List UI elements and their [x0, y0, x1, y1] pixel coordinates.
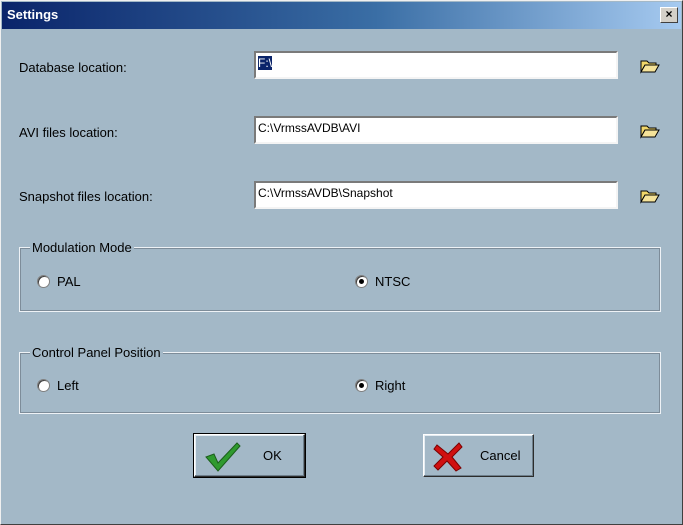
- radio-ntsc[interactable]: NTSC: [355, 274, 410, 289]
- radio-right[interactable]: Right: [355, 378, 405, 393]
- checkmark-icon: [205, 442, 241, 472]
- snapshot-location-input[interactable]: C:\VrmssAVDB\Snapshot: [254, 181, 618, 209]
- cancel-button[interactable]: Cancel: [423, 434, 534, 477]
- radio-circle: [37, 379, 50, 392]
- avi-location-input[interactable]: C:\VrmssAVDB\AVI: [254, 116, 618, 144]
- folder-open-icon[interactable]: [640, 188, 660, 204]
- radio-left-label: Left: [57, 378, 79, 393]
- radio-circle: [37, 275, 50, 288]
- ok-button-label: OK: [263, 448, 282, 463]
- control-panel-position-legend: Control Panel Position: [30, 345, 163, 360]
- snapshot-location-value: C:\VrmssAVDB\Snapshot: [258, 186, 393, 200]
- radio-circle-checked: [355, 379, 368, 392]
- cancel-button-label: Cancel: [480, 448, 521, 463]
- modulation-mode-legend: Modulation Mode: [30, 240, 134, 255]
- radio-right-label: Right: [375, 378, 406, 393]
- modulation-mode-group: Modulation Mode PAL NTSC: [19, 240, 661, 312]
- database-location-input[interactable]: F:\: [254, 51, 618, 79]
- folder-open-icon[interactable]: [640, 58, 660, 74]
- database-location-label: Database location:: [19, 60, 127, 75]
- window-title: Settings: [7, 7, 59, 22]
- settings-dialog: Settings × Database location: F:\ AVI fi…: [0, 0, 683, 525]
- radio-pal[interactable]: PAL: [37, 274, 81, 289]
- ok-button[interactable]: OK: [193, 433, 306, 478]
- red-x-icon: [433, 442, 463, 472]
- folder-open-icon[interactable]: [640, 123, 660, 139]
- control-panel-position-group: Control Panel Position Left Right: [19, 345, 661, 414]
- radio-pal-label: PAL: [57, 274, 81, 289]
- radio-ntsc-label: NTSC: [375, 274, 411, 289]
- database-location-value: F:\: [258, 56, 272, 70]
- title-bar[interactable]: Settings ×: [2, 2, 681, 29]
- close-icon: ×: [665, 7, 673, 21]
- close-button[interactable]: ×: [660, 7, 678, 23]
- avi-location-value: C:\VrmssAVDB\AVI: [258, 121, 361, 135]
- avi-location-label: AVI files location:: [19, 125, 118, 140]
- snapshot-location-label: Snapshot files location:: [19, 189, 153, 204]
- radio-left[interactable]: Left: [37, 378, 79, 393]
- radio-circle-checked: [355, 275, 368, 288]
